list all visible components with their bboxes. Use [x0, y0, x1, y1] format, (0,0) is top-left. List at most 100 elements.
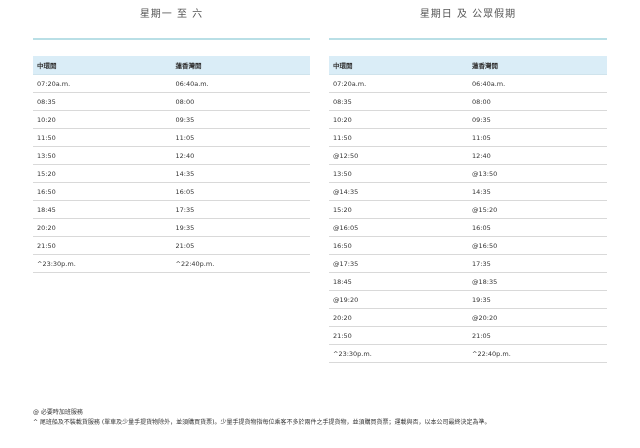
footnote-last-sailing: ^ 尾班船及不裝載貨服務 (單車及少量手提貨物除外，並須購買貨票)。少量手提貨物… — [33, 419, 491, 426]
departure-lin-heung-wan: 12:40 — [468, 146, 607, 165]
table-header-row: 中環開 蓮香灣開 — [33, 56, 310, 75]
departure-lin-heung-wan: @15:20 — [468, 200, 607, 219]
holiday-title: 星期日 及 公眾假期 — [419, 9, 517, 20]
footnotes: @ 必要時加班服務 ^ 尾班船及不裝載貨服務 (單車及少量手提貨物除外，並須購買… — [33, 408, 613, 428]
departure-lin-heung-wan: 21:05 — [468, 326, 607, 345]
departure-central: 15:20 — [33, 164, 172, 183]
table-row: 07:20a.m. 06:40a.m. — [329, 74, 607, 93]
weekday-timetable: 星期一 至 六 中環開 蓮香灣開 07:20a.m. 06:40a.m. 08:35… — [33, 0, 310, 273]
departure-lin-heung-wan: @18:35 — [468, 272, 607, 291]
departure-lin-heung-wan: 11:05 — [171, 128, 310, 147]
table-row: 20:20 19:35 — [33, 218, 310, 237]
departure-central: 11:50 — [329, 128, 468, 147]
departure-central: 07:20a.m. — [33, 74, 172, 93]
departure-central: ^23:30p.m. — [329, 344, 468, 363]
table-row: 18:45 17:35 — [33, 200, 310, 219]
holiday-title-divider — [329, 38, 607, 40]
table-row: 21:50 21:05 — [33, 236, 310, 255]
departure-lin-heung-wan: 09:35 — [171, 110, 310, 129]
table-row: @16:05 16:05 — [329, 218, 607, 237]
table-row: 21:50 21:05 — [329, 326, 607, 345]
table-row: 16:50 @16:50 — [329, 236, 607, 255]
departure-central: 18:45 — [329, 272, 468, 291]
departure-lin-heung-wan: 14:35 — [171, 164, 310, 183]
departure-lin-heung-wan: 19:35 — [468, 290, 607, 309]
weekday-title: 星期一 至 六 — [139, 9, 204, 20]
departure-central: 07:20a.m. — [329, 74, 468, 93]
column-header-lin-heung-wan: 蓮香灣開 — [171, 56, 310, 75]
departure-central: 18:45 — [33, 200, 172, 219]
departure-lin-heung-wan: 16:05 — [468, 218, 607, 237]
departure-central: 11:50 — [33, 128, 172, 147]
table-row: 07:20a.m. 06:40a.m. — [33, 74, 310, 93]
table-row: @14:35 14:35 — [329, 182, 607, 201]
table-row: 10:20 09:35 — [33, 110, 310, 129]
departure-lin-heung-wan: 09:35 — [468, 110, 607, 129]
table-row: 20:20 @20:20 — [329, 308, 607, 327]
departure-lin-heung-wan: 12:40 — [171, 146, 310, 165]
departure-central: ^23:30p.m. — [33, 254, 172, 273]
departure-central: 20:20 — [329, 308, 468, 327]
footnote-extra-service: @ 必要時加班服務 — [33, 409, 83, 416]
departure-lin-heung-wan: 21:05 — [171, 236, 310, 255]
departure-central: 16:50 — [329, 236, 468, 255]
departure-central: 13:50 — [329, 164, 468, 183]
holiday-table: 中環開 蓮香灣開 07:20a.m. 06:40a.m. 08:35 08:00 10:… — [329, 56, 607, 363]
table-row: @17:35 17:35 — [329, 254, 607, 273]
table-row: ^23:30p.m. ^22:40p.m. — [329, 344, 607, 363]
departure-lin-heung-wan: ^22:40p.m. — [468, 344, 607, 363]
departure-central: 15:20 — [329, 200, 468, 219]
departure-central: 13:50 — [33, 146, 172, 165]
departure-central: 21:50 — [329, 326, 468, 345]
departure-lin-heung-wan: @20:20 — [468, 308, 607, 327]
departure-central: @19:20 — [329, 290, 468, 309]
table-row: ^23:30p.m. ^22:40p.m. — [33, 254, 310, 273]
table-row: 16:50 16:05 — [33, 182, 310, 201]
departure-lin-heung-wan: @13:50 — [468, 164, 607, 183]
departure-central: 20:20 — [33, 218, 172, 237]
departure-lin-heung-wan: 17:35 — [171, 200, 310, 219]
departure-lin-heung-wan: ^22:40p.m. — [171, 254, 310, 273]
column-header-central: 中環開 — [33, 56, 172, 75]
departure-lin-heung-wan: 08:00 — [468, 92, 607, 111]
departure-lin-heung-wan: 08:00 — [171, 92, 310, 111]
departure-lin-heung-wan: 14:35 — [468, 182, 607, 201]
table-row: 11:50 11:05 — [33, 128, 310, 147]
departure-central: @16:05 — [329, 218, 468, 237]
column-header-lin-heung-wan: 蓮香灣開 — [468, 56, 607, 75]
table-row: 15:20 @15:20 — [329, 200, 607, 219]
departure-lin-heung-wan: 17:35 — [468, 254, 607, 273]
table-header-row: 中環開 蓮香灣開 — [329, 56, 607, 75]
departure-lin-heung-wan: 16:05 — [171, 182, 310, 201]
departure-central: 08:35 — [329, 92, 468, 111]
table-row: @12:50 12:40 — [329, 146, 607, 165]
table-row: 11:50 11:05 — [329, 128, 607, 147]
holiday-table-body: 07:20a.m. 06:40a.m. 08:35 08:00 10:20 09:35 11… — [329, 74, 607, 363]
departure-lin-heung-wan: 19:35 — [171, 218, 310, 237]
holiday-timetable: 星期日 及 公眾假期 中環開 蓮香灣開 07:20a.m. 06:40a.m. 08… — [329, 0, 607, 363]
departure-central: @17:35 — [329, 254, 468, 273]
departure-central: 08:35 — [33, 92, 172, 111]
weekday-table-body: 07:20a.m. 06:40a.m. 08:35 08:00 10:20 09:35 11… — [33, 74, 310, 273]
table-row: 08:35 08:00 — [329, 92, 607, 111]
departure-lin-heung-wan: 11:05 — [468, 128, 607, 147]
table-row: 10:20 09:35 — [329, 110, 607, 129]
departure-central: 21:50 — [33, 236, 172, 255]
column-header-central: 中環開 — [329, 56, 468, 75]
table-row: 13:50 12:40 — [33, 146, 310, 165]
table-row: @19:20 19:35 — [329, 290, 607, 309]
departure-central: @12:50 — [329, 146, 468, 165]
table-row: 15:20 14:35 — [33, 164, 310, 183]
departure-lin-heung-wan: 06:40a.m. — [171, 74, 310, 93]
table-row: 18:45 @18:35 — [329, 272, 607, 291]
departure-central: 10:20 — [33, 110, 172, 129]
departure-central: 16:50 — [33, 182, 172, 201]
departure-lin-heung-wan: 06:40a.m. — [468, 74, 607, 93]
table-row: 13:50 @13:50 — [329, 164, 607, 183]
departure-lin-heung-wan: @16:50 — [468, 236, 607, 255]
weekday-table: 中環開 蓮香灣開 07:20a.m. 06:40a.m. 08:35 08:00 10:… — [33, 56, 310, 273]
weekday-title-divider — [33, 38, 310, 40]
table-row: 08:35 08:00 — [33, 92, 310, 111]
departure-central: 10:20 — [329, 110, 468, 129]
departure-central: @14:35 — [329, 182, 468, 201]
